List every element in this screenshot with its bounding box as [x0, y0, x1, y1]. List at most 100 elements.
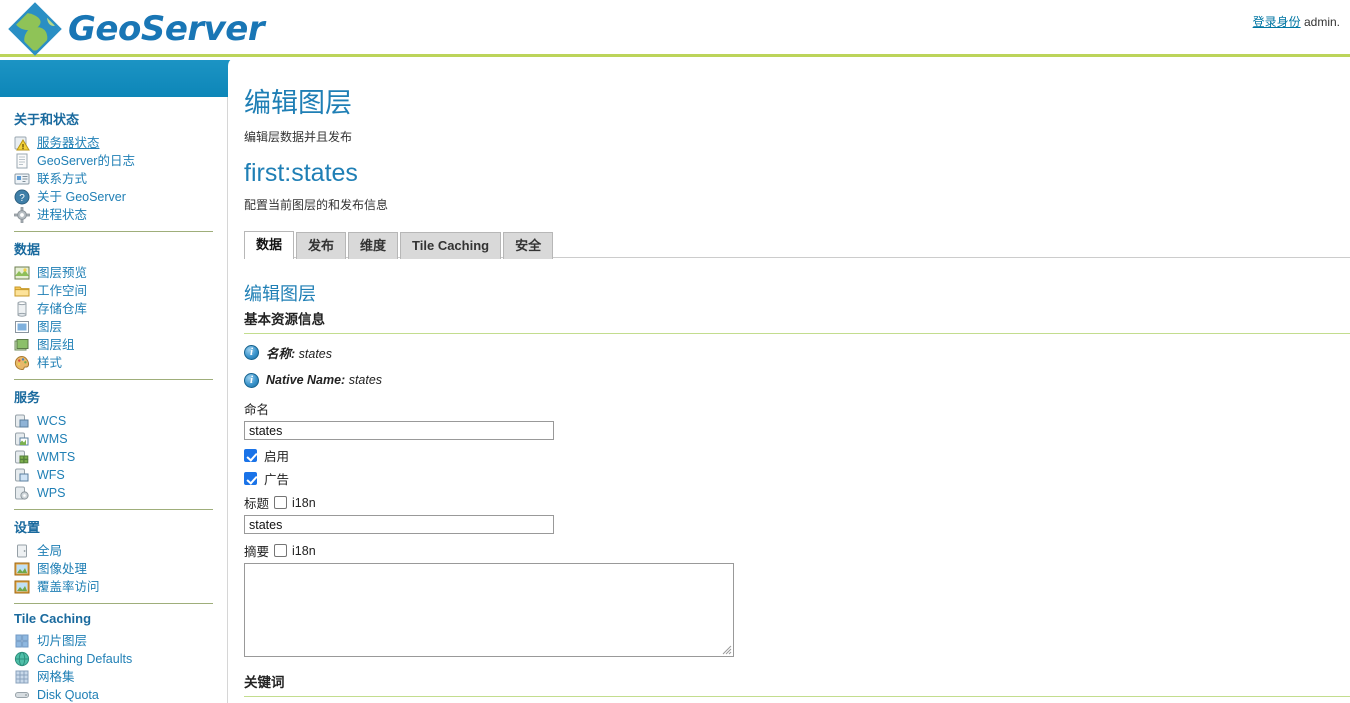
- sidebar-item-workspaces[interactable]: 工作空间: [12, 282, 215, 300]
- nav-group-settings: 设置 全局 图像处理 覆盖率访问: [0, 517, 227, 604]
- sidebar-item-label: 图层预览: [37, 266, 88, 280]
- login-link[interactable]: 登录身份: [1253, 15, 1301, 29]
- globe-logo-icon: [8, 2, 62, 56]
- tile-layers-icon: [14, 633, 30, 649]
- nav-heading-services: 服务: [14, 390, 41, 405]
- info-icon[interactable]: i: [244, 372, 259, 388]
- disk-quota-icon: [14, 687, 30, 703]
- layer-group-icon: [14, 337, 30, 353]
- sidebar-item-wms[interactable]: WMS: [12, 430, 215, 448]
- title-input[interactable]: [244, 515, 554, 534]
- tab-tile-caching[interactable]: Tile Caching: [400, 232, 502, 259]
- enabled-checkbox[interactable]: [244, 449, 257, 462]
- main-content-panel: 编辑图层 编辑层数据并且发布 first:states 配置当前图层的和发布信息…: [228, 57, 1350, 703]
- name-field-label: 命名: [244, 403, 270, 417]
- enabled-checkbox-row[interactable]: 启用: [244, 447, 1350, 464]
- server-status-icon: [14, 135, 30, 151]
- info-row-native-name: i Native Name: states: [244, 371, 1350, 389]
- sidebar-item-label: WMS: [37, 432, 68, 446]
- info-name-value: states: [298, 346, 333, 361]
- name-input[interactable]: [244, 421, 554, 440]
- advertised-checkbox-row[interactable]: 广告: [244, 470, 1350, 487]
- sidebar-item-wfs[interactable]: WFS: [12, 466, 215, 484]
- sidebar-item-wmts[interactable]: WMTS: [12, 448, 215, 466]
- advertised-checkbox[interactable]: [244, 472, 257, 485]
- sidebar-item-image-processing[interactable]: 图像处理: [12, 560, 215, 578]
- sidebar-item-label: WFS: [37, 468, 65, 482]
- info-name-text: 名称: states: [266, 343, 332, 362]
- palette-icon: [14, 355, 30, 371]
- sidebar-item-wcs[interactable]: WCS: [12, 412, 215, 430]
- info-native-name-label: Native Name:: [266, 373, 346, 387]
- basic-resource-info-heading: 基本资源信息: [244, 312, 325, 327]
- tab-dimensions[interactable]: 维度: [348, 232, 399, 259]
- enabled-checkbox-label: 启用: [264, 450, 290, 464]
- sidebar-item-label: 进程状态: [37, 208, 88, 222]
- sidebar-item-layer-preview[interactable]: 图层预览: [12, 264, 215, 282]
- sidebar-item-styles[interactable]: 样式: [12, 354, 215, 372]
- sidebar-item-wps[interactable]: WPS: [12, 484, 215, 502]
- gridsets-icon: [14, 669, 30, 685]
- nav-heading-about: 关于和状态: [14, 112, 80, 127]
- caching-defaults-icon: [14, 651, 30, 667]
- sidebar-item-label: 关于 GeoServer: [37, 190, 126, 204]
- sidebar-item-disk-quota[interactable]: Disk Quota: [12, 686, 215, 703]
- sidebar-item-label: 图层: [37, 320, 63, 334]
- nav-heading-settings: 设置: [14, 520, 41, 535]
- title-i18n-checkbox[interactable]: [274, 496, 288, 509]
- title-i18n-label: i18n: [292, 495, 316, 510]
- sidebar-item-stores[interactable]: 存储仓库: [12, 300, 215, 318]
- abstract-i18n-checkbox[interactable]: [274, 544, 288, 557]
- abstract-i18n-label: i18n: [292, 543, 316, 558]
- layer-edit-form: 编辑图层 基本资源信息 i 名称: states i Native Name: …: [236, 280, 1350, 703]
- sidebar-item-process-status[interactable]: 进程状态: [12, 206, 215, 224]
- section-divider: [244, 333, 1350, 334]
- title-field-label: 标题: [244, 497, 270, 511]
- sidebar-item-label: 工作空间: [37, 284, 88, 298]
- tab-security[interactable]: 安全: [503, 232, 554, 259]
- abstract-textarea[interactable]: [244, 563, 734, 657]
- sidebar-item-tile-layers[interactable]: 切片图层: [12, 632, 215, 650]
- sidebar-item-server-status[interactable]: 服务器状态: [12, 134, 215, 152]
- page-title: 编辑图层: [244, 88, 352, 118]
- sidebar-item-global[interactable]: 全局: [12, 542, 215, 560]
- sidebar-item-label: 服务器状态: [37, 136, 100, 150]
- service-wmts-icon: [14, 449, 30, 465]
- abstract-field-label: 摘要: [244, 545, 270, 559]
- nav-group-about: 关于和状态 服务器状态 GeoServer的日志 联系方式 ? 关于 GeoSe…: [0, 109, 227, 232]
- service-wfs-icon: [14, 467, 30, 483]
- sidebar-item-layers[interactable]: 图层: [12, 318, 215, 336]
- sidebar-item-label: 样式: [37, 356, 63, 370]
- keywords-heading: 关键词: [244, 675, 285, 690]
- sidebar-item-layer-groups[interactable]: 图层组: [12, 336, 215, 354]
- sidebar-navigation: 关于和状态 服务器状态 GeoServer的日志 联系方式 ? 关于 GeoSe…: [0, 97, 228, 703]
- sidebar-item-about-geoserver[interactable]: ? 关于 GeoServer: [12, 188, 215, 206]
- document-log-icon: [14, 153, 30, 169]
- nav-group-services: 服务 WCS WMS WMTS WFS WPS: [0, 387, 227, 510]
- keywords-divider: [244, 696, 1350, 697]
- nav-heading-data: 数据: [14, 242, 41, 257]
- tab-data[interactable]: 数据: [244, 231, 295, 259]
- sidebar-item-caching-defaults[interactable]: Caching Defaults: [12, 650, 215, 668]
- sidebar-item-contact[interactable]: 联系方式: [12, 170, 215, 188]
- sidebar-item-geoserver-logs[interactable]: GeoServer的日志: [12, 152, 215, 170]
- info-row-name: i 名称: states: [244, 343, 1350, 361]
- sidebar-item-label: WPS: [37, 486, 66, 500]
- sidebar-item-label: WMTS: [37, 450, 76, 464]
- sidebar-item-label: 图层组: [37, 338, 75, 352]
- sidebar-item-gridsets[interactable]: 网格集: [12, 668, 215, 686]
- nav-divider: [14, 603, 213, 604]
- abstract-field-label-row: 摘要 i18n: [244, 541, 1350, 560]
- database-icon: [14, 301, 30, 317]
- sidebar-item-label: GeoServer的日志: [37, 154, 135, 168]
- nav-divider: [14, 509, 213, 510]
- tab-publishing[interactable]: 发布: [296, 232, 347, 259]
- info-native-name-text: Native Name: states: [266, 373, 382, 387]
- info-icon[interactable]: i: [244, 344, 259, 360]
- svg-text:?: ?: [19, 193, 25, 204]
- login-status: 登录身份 admin.: [1253, 13, 1340, 30]
- brand-logo[interactable]: GeoServer: [8, 2, 265, 56]
- sidebar-item-label: 全局: [37, 544, 63, 558]
- sidebar-item-coverage-access[interactable]: 覆盖率访问: [12, 578, 215, 596]
- folder-icon: [14, 283, 30, 299]
